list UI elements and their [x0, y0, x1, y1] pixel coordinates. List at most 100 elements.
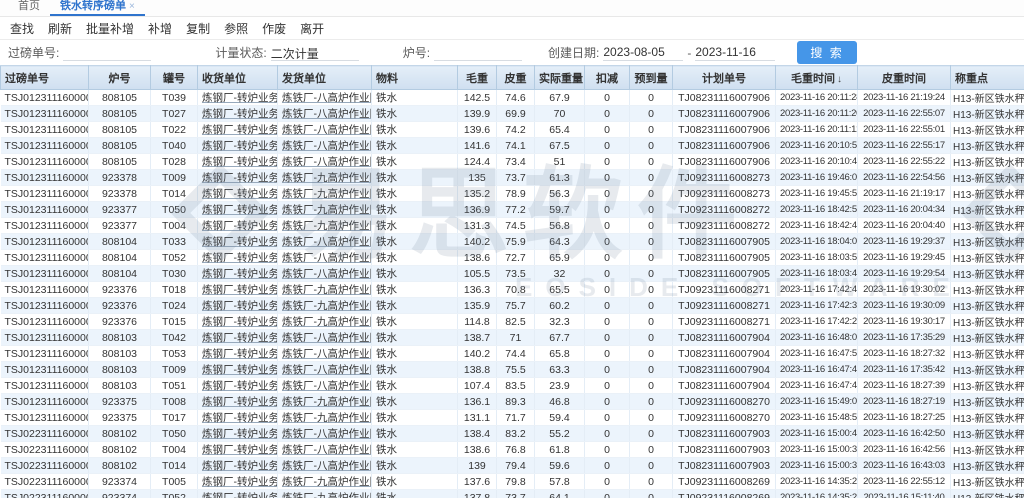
cell-receiver[interactable]: 炼钢厂-转炉业务区	[198, 202, 278, 218]
cell-sender[interactable]: 炼铁厂-八高炉作业区	[278, 250, 372, 266]
column-header-tare[interactable]: 皮重	[497, 66, 535, 90]
cell-sender[interactable]: 炼铁厂-八高炉作业区	[278, 426, 372, 442]
table-row[interactable]: TSJ01231116000071923378T014炼钢厂-转炉业务区炼铁厂-…	[1, 186, 1024, 202]
column-header-sender[interactable]: 发货单位	[278, 66, 372, 90]
column-header-deduct[interactable]: 扣减	[585, 66, 630, 90]
cell-receiver[interactable]: 炼钢厂-转炉业务区	[198, 362, 278, 378]
cell-sender[interactable]: 炼铁厂-八高炉作业区	[278, 378, 372, 394]
cell-sender[interactable]: 炼铁厂-八高炉作业区	[278, 346, 372, 362]
tab-close-icon[interactable]: ×	[129, 1, 135, 12]
column-header-expected[interactable]: 预到量	[630, 66, 673, 90]
cell-receiver[interactable]: 炼钢厂-转炉业务区	[198, 186, 278, 202]
cell-sender[interactable]: 炼铁厂-九高炉作业区	[278, 394, 372, 410]
table-row[interactable]: TSJ01231116000063923376T015炼钢厂-转炉业务区炼铁厂-…	[1, 314, 1024, 330]
toolbar-button-3[interactable]: 补增	[148, 20, 172, 37]
column-header-weigh_point[interactable]: 称重点	[951, 66, 1024, 90]
column-header-weigh_no[interactable]: 过磅单号	[1, 66, 89, 90]
cell-receiver[interactable]: 炼钢厂-转炉业务区	[198, 106, 278, 122]
column-header-receiver[interactable]: 收货单位	[198, 66, 278, 90]
cell-sender[interactable]: 炼铁厂-九高炉作业区	[278, 218, 372, 234]
cell-sender[interactable]: 炼铁厂-九高炉作业区	[278, 282, 372, 298]
table-row[interactable]: TSJ01231116000060808103T009炼钢厂-转炉业务区炼铁厂-…	[1, 362, 1024, 378]
cell-sender[interactable]: 炼铁厂-八高炉作业区	[278, 266, 372, 282]
cell-sender[interactable]: 炼铁厂-八高炉作业区	[278, 138, 372, 154]
cell-sender[interactable]: 炼铁厂-八高炉作业区	[278, 154, 372, 170]
table-row[interactable]: TSJ01231116000054923375T008炼钢厂-转炉业务区炼铁厂-…	[1, 394, 1024, 410]
table-row[interactable]: TSJ01231116000062808103T042炼钢厂-转炉业务区炼铁厂-…	[1, 330, 1024, 346]
column-header-furnace_no[interactable]: 炉号	[89, 66, 151, 90]
cell-receiver[interactable]: 炼钢厂-转炉业务区	[198, 458, 278, 474]
column-header-gross[interactable]: 毛重	[458, 66, 497, 90]
toolbar-button-0[interactable]: 查找	[10, 20, 34, 37]
measure-status-select[interactable]: 二次计量	[271, 45, 359, 61]
column-header-gross_time[interactable]: 毛重时间↓	[776, 66, 858, 90]
table-row[interactable]: TSJ01231116000077808105T027炼钢厂-转炉业务区炼铁厂-…	[1, 106, 1024, 122]
cell-sender[interactable]: 炼铁厂-八高炉作业区	[278, 90, 372, 106]
cell-sender[interactable]: 炼铁厂-八高炉作业区	[278, 362, 372, 378]
date-from-input[interactable]: 2023-08-05	[603, 45, 683, 61]
cell-sender[interactable]: 炼铁厂-九高炉作业区	[278, 202, 372, 218]
cell-sender[interactable]: 炼铁厂-八高炉作业区	[278, 106, 372, 122]
date-to-input[interactable]: 2023-11-16	[695, 45, 775, 61]
cell-receiver[interactable]: 炼钢厂-转炉业务区	[198, 282, 278, 298]
tab-home[interactable]: 首页	[8, 0, 50, 16]
toolbar-button-5[interactable]: 参照	[224, 20, 248, 37]
column-header-material[interactable]: 物料	[372, 66, 458, 90]
column-header-tare_time[interactable]: 皮重时间	[858, 66, 951, 90]
table-row[interactable]: TSJ01231116000059808103T051炼钢厂-转炉业务区炼铁厂-…	[1, 378, 1024, 394]
cell-sender[interactable]: 炼铁厂-九高炉作业区	[278, 474, 372, 490]
table-row[interactable]: TSJ02231116000006923374T052炼钢厂-转炉业务区炼铁厂-…	[1, 490, 1024, 498]
cell-sender[interactable]: 炼铁厂-九高炉作业区	[278, 298, 372, 314]
cell-sender[interactable]: 炼铁厂-九高炉作业区	[278, 170, 372, 186]
weigh-no-input[interactable]	[63, 45, 151, 61]
table-row[interactable]: TSJ01231116000061808103T053炼钢厂-转炉业务区炼铁厂-…	[1, 346, 1024, 362]
toolbar-button-7[interactable]: 离开	[300, 20, 324, 37]
toolbar-button-2[interactable]: 批量补增	[86, 20, 134, 37]
cell-receiver[interactable]: 炼钢厂-转炉业务区	[198, 138, 278, 154]
cell-sender[interactable]: 炼铁厂-八高炉作业区	[278, 234, 372, 250]
cell-receiver[interactable]: 炼钢厂-转炉业务区	[198, 442, 278, 458]
column-header-tank_no[interactable]: 罐号	[151, 66, 198, 90]
table-row[interactable]: TSJ01231116000064923376T024炼钢厂-转炉业务区炼铁厂-…	[1, 298, 1024, 314]
cell-sender[interactable]: 炼铁厂-八高炉作业区	[278, 442, 372, 458]
toolbar-button-4[interactable]: 复制	[186, 20, 210, 37]
table-row[interactable]: TSJ01231116000073808105T028炼钢厂-转炉业务区炼铁厂-…	[1, 154, 1024, 170]
cell-receiver[interactable]: 炼钢厂-转炉业务区	[198, 410, 278, 426]
cell-sender[interactable]: 炼铁厂-九高炉作业区	[278, 186, 372, 202]
cell-receiver[interactable]: 炼钢厂-转炉业务区	[198, 170, 278, 186]
toolbar-button-1[interactable]: 刷新	[48, 20, 72, 37]
furnace-no-input[interactable]	[434, 45, 522, 61]
cell-receiver[interactable]: 炼钢厂-转炉业务区	[198, 314, 278, 330]
cell-receiver[interactable]: 炼钢厂-转炉业务区	[198, 234, 278, 250]
table-row[interactable]: TSJ01231116000067808104T052炼钢厂-转炉业务区炼铁厂-…	[1, 250, 1024, 266]
cell-sender[interactable]: 炼铁厂-九高炉作业区	[278, 410, 372, 426]
column-header-plan_no[interactable]: 计划单号	[673, 66, 776, 90]
cell-receiver[interactable]: 炼钢厂-转炉业务区	[198, 490, 278, 498]
table-row[interactable]: TSJ02231116000007923374T005炼钢厂-转炉业务区炼铁厂-…	[1, 474, 1024, 490]
cell-receiver[interactable]: 炼钢厂-转炉业务区	[198, 346, 278, 362]
cell-sender[interactable]: 炼铁厂-九高炉作业区	[278, 314, 372, 330]
cell-receiver[interactable]: 炼钢厂-转炉业务区	[198, 298, 278, 314]
cell-sender[interactable]: 炼铁厂-八高炉作业区	[278, 330, 372, 346]
cell-sender[interactable]: 炼铁厂-八高炉作业区	[278, 458, 372, 474]
table-row[interactable]: TSJ01231116000065923376T018炼钢厂-转炉业务区炼铁厂-…	[1, 282, 1024, 298]
table-row[interactable]: TSJ01231116000074808105T040炼钢厂-转炉业务区炼铁厂-…	[1, 138, 1024, 154]
table-row[interactable]: TSJ01231116000066808104T030炼钢厂-转炉业务区炼铁厂-…	[1, 266, 1024, 282]
table-row[interactable]: TSJ01231116000068808104T033炼钢厂-转炉业务区炼铁厂-…	[1, 234, 1024, 250]
cell-sender[interactable]: 炼铁厂-九高炉作业区	[278, 490, 372, 498]
tab-molten-iron-weigh-orders[interactable]: 铁水转序磅单×	[50, 0, 145, 16]
cell-receiver[interactable]: 炼钢厂-转炉业务区	[198, 474, 278, 490]
search-button[interactable]: 搜 索	[797, 41, 856, 64]
cell-receiver[interactable]: 炼钢厂-转炉业务区	[198, 394, 278, 410]
cell-sender[interactable]: 炼铁厂-八高炉作业区	[278, 122, 372, 138]
column-header-net[interactable]: 实际重量	[535, 66, 585, 90]
cell-receiver[interactable]: 炼钢厂-转炉业务区	[198, 122, 278, 138]
table-row[interactable]: TSJ01231116000078808105T039炼钢厂-转炉业务区炼铁厂-…	[1, 90, 1024, 106]
table-row[interactable]: TSJ01231116000069923377T004炼钢厂-转炉业务区炼铁厂-…	[1, 218, 1024, 234]
cell-receiver[interactable]: 炼钢厂-转炉业务区	[198, 154, 278, 170]
toolbar-button-6[interactable]: 作废	[262, 20, 286, 37]
table-row[interactable]: TSJ01231116000070923377T050炼钢厂-转炉业务区炼铁厂-…	[1, 202, 1024, 218]
cell-receiver[interactable]: 炼钢厂-转炉业务区	[198, 330, 278, 346]
table-row[interactable]: TSJ02231116000008808102T014炼钢厂-转炉业务区炼铁厂-…	[1, 458, 1024, 474]
table-row[interactable]: TSJ01231116000072923378T009炼钢厂-转炉业务区炼铁厂-…	[1, 170, 1024, 186]
